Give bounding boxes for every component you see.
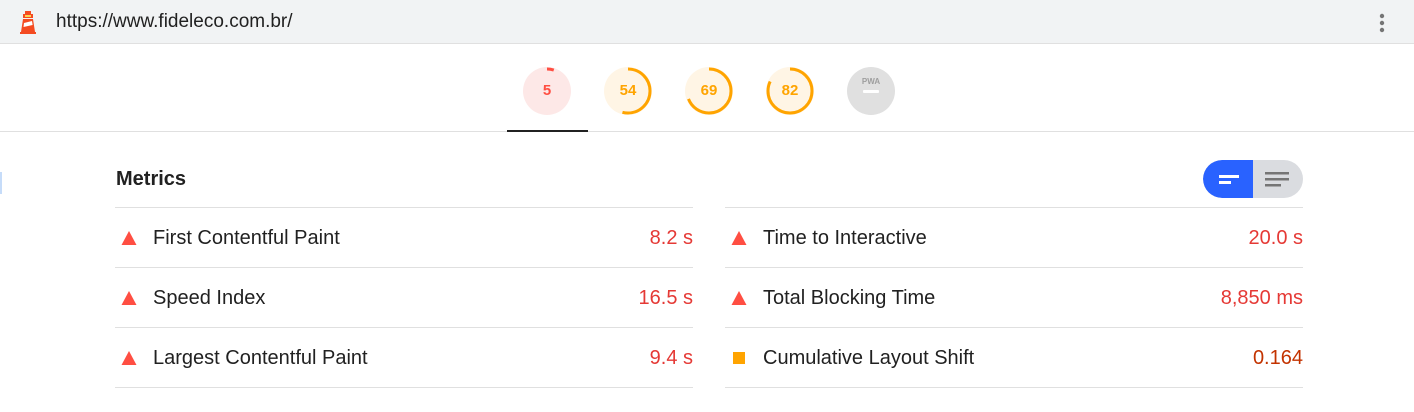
gauge-seo[interactable]: 82: [765, 66, 815, 116]
metrics-column-right: Time to Interactive 20.0 s Total Blockin…: [725, 207, 1303, 388]
page-url: https://www.fideleco.com.br/: [56, 11, 293, 32]
metric-value: 20.0 s: [1248, 227, 1303, 249]
fail-triangle-icon: [121, 351, 137, 365]
active-tab-indicator: [507, 130, 588, 132]
metric-value: 0.164: [1252, 347, 1303, 369]
metric-row: First Contentful Paint 8.2 s: [115, 207, 693, 267]
gauge-pwa[interactable]: PWA: [846, 66, 896, 116]
metric-row: Largest Contentful Paint 9.4 s: [115, 327, 693, 388]
metric-label: First Contentful Paint: [153, 227, 340, 249]
gauge-accessibility[interactable]: 54: [603, 66, 653, 116]
gauge-best-practices-score: 69: [700, 82, 718, 99]
gauge-accessibility-score: 54: [619, 82, 637, 99]
metric-row: Time to Interactive 20.0 s: [725, 207, 1303, 267]
metric-value: 16.5 s: [638, 287, 693, 309]
browser-toolbar: https://www.fideleco.com.br/: [0, 0, 1414, 44]
gauge-performance[interactable]: 5: [522, 66, 572, 116]
fail-triangle-icon: [121, 231, 137, 245]
compact-view-icon: [1219, 175, 1239, 184]
pwa-badge-label: PWA: [862, 77, 880, 86]
expanded-view-icon: [1265, 172, 1289, 187]
metrics-view-toggle[interactable]: [1203, 160, 1303, 198]
expanded-view-button[interactable]: [1253, 160, 1303, 198]
pwa-badge-icon: PWA: [847, 67, 895, 115]
lighthouse-icon: [20, 11, 36, 34]
metric-label: Cumulative Layout Shift: [763, 347, 975, 369]
average-square-icon: [733, 352, 745, 364]
metric-value: 9.4 s: [649, 347, 693, 369]
fail-triangle-icon: [121, 291, 137, 305]
metrics-column-left: First Contentful Paint 8.2 s Speed Index…: [115, 207, 693, 388]
gauge-seo-score: 82: [781, 82, 799, 99]
side-accent-line: [0, 172, 2, 194]
fail-triangle-icon: [731, 231, 747, 245]
metric-label: Largest Contentful Paint: [153, 347, 368, 369]
metric-row: Cumulative Layout Shift 0.164: [725, 327, 1303, 388]
metric-row: Total Blocking Time 8,850 ms: [725, 267, 1303, 327]
metric-label: Total Blocking Time: [763, 287, 936, 309]
gauge-best-practices[interactable]: 69: [684, 66, 734, 116]
more-vert-icon[interactable]: [1370, 11, 1394, 35]
compact-view-button[interactable]: [1203, 160, 1253, 198]
metric-label: Speed Index: [153, 287, 266, 309]
score-gauges: 5 54 69 82 PWA: [0, 44, 1414, 132]
metric-label: Time to Interactive: [763, 227, 927, 249]
metric-value: 8.2 s: [649, 227, 693, 249]
metric-row: Speed Index 16.5 s: [115, 267, 693, 327]
metrics-heading: Metrics: [116, 168, 187, 190]
fail-triangle-icon: [731, 291, 747, 305]
metric-value: 8,850 ms: [1220, 287, 1303, 309]
gauge-performance-score: 5: [542, 82, 552, 99]
